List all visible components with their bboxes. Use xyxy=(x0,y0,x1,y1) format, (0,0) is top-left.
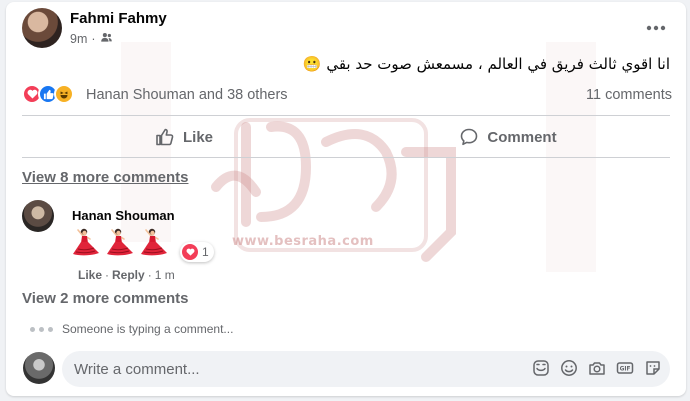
view-previous-comments-link[interactable]: View 2 more comments xyxy=(22,290,188,307)
post-meta: 9m · xyxy=(70,31,113,47)
author-avatar[interactable] xyxy=(22,8,62,48)
dancer-emoji xyxy=(73,228,99,256)
svg-text:GIF: GIF xyxy=(620,367,631,373)
post-text: انا اقوي ثالث فريق في العالم ، مسمعش صوت… xyxy=(302,55,670,73)
commenter-name[interactable]: Hanan Shouman xyxy=(72,208,175,223)
reactions-bar: Hanan Shouman and 38 others 11 comments xyxy=(22,84,672,106)
like-label: Like xyxy=(182,128,213,146)
comment-content xyxy=(70,226,170,258)
comment-actions-separator: · xyxy=(147,268,152,282)
reaction-icons[interactable] xyxy=(22,84,74,104)
commenter-avatar[interactable] xyxy=(22,200,54,232)
comment-reply-link[interactable]: Reply xyxy=(112,268,145,282)
post-card: www.besraha.com Fahmi Fahmy 9m · انا اقو… xyxy=(6,2,686,396)
comment-reaction-badge[interactable]: 1 xyxy=(180,242,214,262)
sticker-icon[interactable] xyxy=(532,359,550,377)
comment-button[interactable]: Comment xyxy=(346,117,670,157)
love-reaction-icon xyxy=(182,244,198,260)
divider xyxy=(22,115,670,116)
comments-count[interactable]: 11 comments xyxy=(586,87,672,103)
reaction-names[interactable]: Hanan Shouman and 38 others xyxy=(86,87,288,103)
typing-text: Someone is typing a comment... xyxy=(62,322,234,336)
comment-item: Hanan Shouman 1 Like · Reply · 1 m xyxy=(22,198,670,284)
post-header: Fahmi Fahmy 9m · xyxy=(22,8,672,48)
post-actions: Like Comment xyxy=(22,117,670,157)
gif-icon[interactable]: GIF xyxy=(616,359,634,377)
comment-actions: Like · Reply · 1 m xyxy=(78,268,175,282)
comment-icon xyxy=(461,128,478,146)
more-dots-icon xyxy=(646,25,666,31)
dancer-emoji xyxy=(107,228,133,256)
comment-like-link[interactable]: Like xyxy=(78,268,102,282)
like-button[interactable]: Like xyxy=(22,117,346,157)
sticker-face-icon[interactable] xyxy=(644,359,662,377)
comment-label: Comment xyxy=(487,128,557,146)
comment-actions-separator: · xyxy=(105,268,110,282)
emoji-icon[interactable] xyxy=(560,359,578,377)
camera-icon[interactable] xyxy=(588,359,606,377)
friends-icon[interactable] xyxy=(100,31,113,47)
typing-indicator: Someone is typing a comment... xyxy=(22,320,233,338)
dancer-emoji xyxy=(141,228,167,256)
like-icon xyxy=(156,128,174,146)
meta-separator: · xyxy=(91,32,96,46)
view-more-comments-link[interactable]: View 8 more comments xyxy=(22,169,188,186)
divider xyxy=(22,157,670,158)
post-time[interactable]: 9m xyxy=(70,32,87,46)
more-options-button[interactable] xyxy=(642,14,670,42)
comment-composer: GIF xyxy=(22,351,670,387)
typing-dots-icon xyxy=(22,326,62,332)
comment-reaction-count: 1 xyxy=(202,245,209,259)
comment-time[interactable]: 1 m xyxy=(155,268,175,282)
author-name[interactable]: Fahmi Fahmy xyxy=(70,10,167,27)
haha-reaction-icon[interactable] xyxy=(54,84,74,104)
current-user-avatar[interactable] xyxy=(23,352,55,384)
composer-icons: GIF xyxy=(532,359,662,377)
